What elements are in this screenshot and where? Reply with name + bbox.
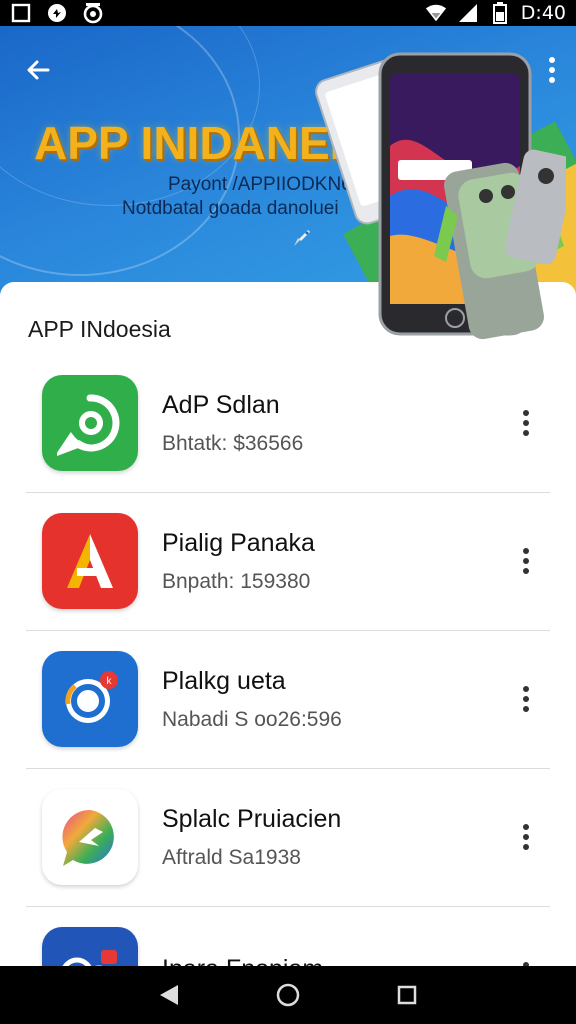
wifi-icon [425, 2, 447, 24]
list-item[interactable]: AdP Sdlan Bhtatk: $36566 [0, 354, 576, 492]
gradient-chat-icon [42, 789, 138, 885]
app-name: Plalkg ueta [162, 666, 286, 695]
app-name: Ipara Fnopiam [162, 955, 323, 967]
section-title: APP INdoesia [28, 316, 171, 342]
app-meta: Nabadi S oo26:596 [162, 707, 342, 731]
app-name: AdP Sdlan [162, 390, 280, 419]
more-vert-icon [523, 686, 529, 712]
item-menu-button[interactable] [516, 959, 536, 966]
battery-icon [489, 2, 511, 24]
status-bar: D:40 [0, 0, 576, 26]
item-menu-button[interactable] [516, 821, 536, 853]
more-vert-icon [523, 410, 529, 436]
list-item[interactable]: Splalc Pruiacien Aftrald Sa1938 [0, 768, 576, 906]
nav-recents-button[interactable] [387, 975, 427, 1015]
more-vert-icon [523, 548, 529, 574]
home-circle-icon [276, 983, 300, 1007]
square-notification-icon [10, 2, 32, 24]
phones-illustration [306, 26, 575, 356]
recents-square-icon [397, 985, 416, 1005]
nav-home-button[interactable] [268, 975, 308, 1015]
red-a-letter-icon [42, 513, 138, 609]
item-menu-button[interactable] [516, 407, 536, 439]
app-list-card: APP INdoesia AdP Sdlan Bhtatk: $36566 Pi… [0, 282, 576, 966]
alarm-icon [82, 2, 104, 24]
app-name: Splalc Pruiacien [162, 804, 342, 833]
list-item[interactable]: k Plalkg ueta Nabadi S oo26:596 [0, 630, 576, 768]
more-vert-icon [523, 824, 529, 850]
blue-camera-icon [42, 927, 138, 966]
item-menu-button[interactable] [516, 545, 536, 577]
list-item[interactable]: Ipara Fnopiam [0, 906, 576, 966]
arrow-left-icon [27, 60, 50, 80]
app-meta: Aftrald Sa1938 [162, 845, 301, 869]
app-meta: Bhtatk: $36566 [162, 431, 304, 455]
signal-icon [457, 2, 479, 24]
nav-back-button[interactable] [149, 975, 189, 1015]
chat-bubble-icon [46, 2, 68, 24]
list-item[interactable]: Pialig Panaka Bnpath: 159380 [0, 492, 576, 630]
status-time: D:40 [520, 2, 566, 24]
green-chat-icon [42, 375, 138, 471]
back-triangle-icon [160, 985, 179, 1005]
system-nav-bar [0, 966, 576, 1024]
item-menu-button[interactable] [516, 683, 536, 715]
app-list: AdP Sdlan Bhtatk: $36566 Pialig Panaka B… [0, 354, 576, 966]
app-name: Pialig Panaka [162, 528, 315, 557]
back-button[interactable] [22, 54, 54, 86]
blue-ring-icon: k [42, 651, 138, 747]
app-meta: Bnpath: 159380 [162, 569, 311, 593]
